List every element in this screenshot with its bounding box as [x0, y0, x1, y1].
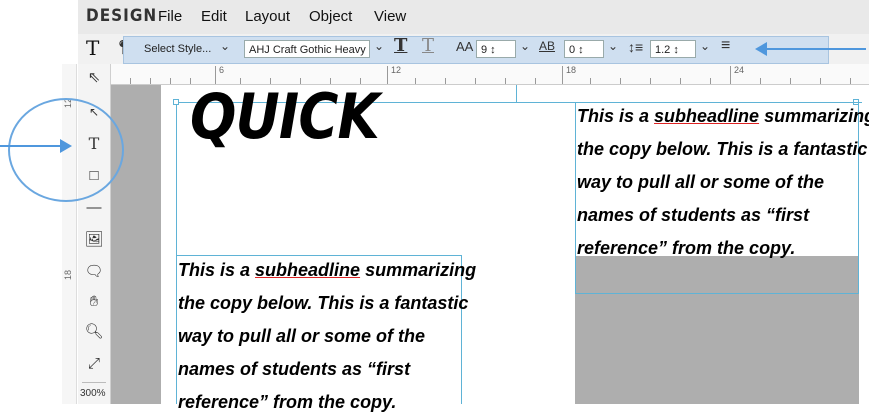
zoom-icon[interactable]: 🔍︎: [84, 322, 104, 342]
left-copy[interactable]: This is a subheadline summarizing the co…: [178, 254, 476, 419]
hand-icon[interactable]: ✋︎: [84, 292, 104, 312]
toolbar-arrow: [766, 48, 866, 50]
text-tool-icon[interactable]: T: [86, 36, 99, 60]
arrowhead-icon: [60, 139, 72, 153]
menu-view[interactable]: View: [374, 8, 406, 25]
menu-layout[interactable]: Layout: [245, 8, 290, 25]
arrowhead-icon: [755, 42, 767, 56]
app-logo: DESIGN: [86, 6, 158, 26]
headline[interactable]: QUICK: [190, 80, 380, 153]
font-size-stepper[interactable]: 9 ↕: [476, 40, 516, 58]
ruler-label-6: 6: [219, 65, 225, 75]
kerning-chevron-down-icon[interactable]: ⌄: [608, 39, 618, 53]
pointer-icon[interactable]: ⇖: [84, 68, 104, 88]
leading-icon: ↕≡: [628, 39, 644, 55]
copy-line: names of students as “first: [178, 359, 411, 379]
copy-line: the copy below. This is a fantastic: [577, 139, 868, 159]
right-copy[interactable]: This is a subheadline summarizing the co…: [577, 100, 869, 265]
font-select[interactable]: AHJ Craft Gothic Heavy Co: [244, 40, 370, 58]
copy-line: the copy below. This is a fantastic: [178, 293, 469, 313]
kerning-icon: AB: [539, 39, 556, 53]
size-chevron-down-icon[interactable]: ⌄: [520, 39, 530, 53]
copy-line: way to pull all or some of the: [178, 326, 426, 346]
vruler-label-18: 18: [63, 269, 74, 281]
leading-chevron-down-icon[interactable]: ⌄: [700, 39, 710, 53]
image-frame-icon[interactable]: 🖼︎: [84, 230, 104, 250]
text-tool-arrow: [0, 145, 62, 147]
frame-handle[interactable]: [173, 99, 179, 105]
copy-line: reference” from the copy.: [577, 238, 796, 258]
copy-line: reference” from the copy.: [178, 392, 397, 412]
ruler-label-18: 18: [566, 65, 577, 75]
fit-icon[interactable]: ⤢: [84, 354, 104, 374]
text-toolbar: T 📍︎ Select Style... ⌄ AHJ Craft Gothic …: [78, 34, 869, 65]
copy-line: way to pull all or some of the: [577, 172, 825, 192]
menu-object[interactable]: Object: [309, 8, 352, 25]
copy-line: This is a subheadline summarizing: [577, 106, 869, 126]
style-chevron-down-icon[interactable]: ⌄: [220, 39, 230, 53]
copy-line: This is a subheadline summarizing: [178, 260, 477, 280]
kerning-stepper[interactable]: 0 ↕: [564, 40, 604, 58]
menu-edit[interactable]: Edit: [201, 8, 227, 25]
font-size-icon: AA: [456, 39, 474, 54]
zoom-level[interactable]: 300%: [80, 388, 106, 399]
copy-line: names of students as “first: [577, 205, 810, 225]
text-fill-icon[interactable]: T: [394, 35, 407, 56]
align-left-icon[interactable]: ≡: [721, 37, 730, 55]
style-select[interactable]: Select Style...: [140, 40, 220, 58]
menu-bar: DESIGN File Edit Layout Object View: [78, 0, 869, 34]
text-outline-icon[interactable]: T: [422, 35, 434, 56]
leading-stepper[interactable]: 1.2 ↕: [650, 40, 696, 58]
guide-line: [516, 85, 517, 102]
ruler-label-12: 12: [391, 65, 402, 75]
line-icon[interactable]: —: [84, 198, 104, 218]
menu-file[interactable]: File: [158, 8, 182, 25]
font-chevron-down-icon[interactable]: ⌄: [374, 39, 384, 53]
comment-icon[interactable]: 🗨︎: [84, 262, 104, 282]
ruler-label-24: 24: [734, 65, 745, 75]
